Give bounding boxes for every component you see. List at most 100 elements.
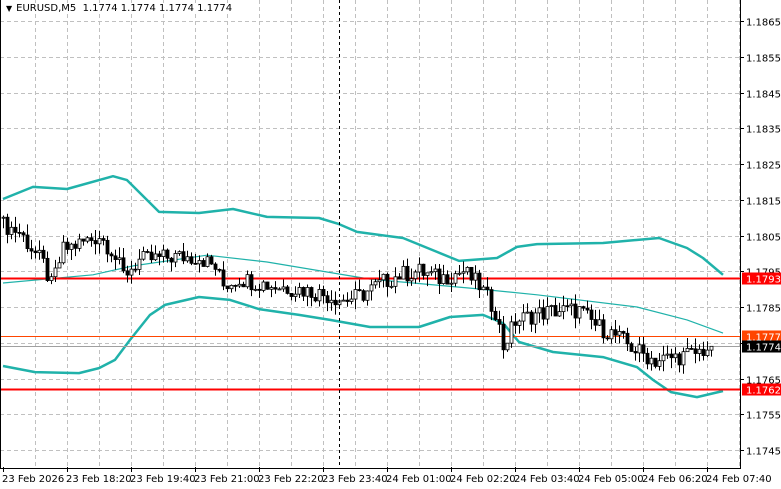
bear-candle (21, 232, 26, 236)
bear-candle (361, 290, 366, 301)
bull-candle (381, 273, 386, 281)
bear-candle (249, 274, 254, 291)
bull-candle (377, 279, 382, 283)
bull-candle (441, 274, 446, 285)
bull-candle (153, 253, 158, 261)
bull-candle (53, 267, 58, 278)
bull-candle (173, 253, 178, 263)
bear-candle (629, 343, 634, 352)
bear-candle (93, 240, 98, 245)
bear-candle (529, 311, 534, 325)
bull-candle (617, 331, 622, 336)
bull-candle (417, 263, 422, 273)
bear-candle (273, 287, 278, 290)
time-tick-label: 24 Feb 07:40 (706, 474, 772, 485)
bull-candle (97, 238, 102, 245)
bear-candle (121, 257, 126, 272)
price-tick-label: 1.1845 (746, 90, 781, 101)
time-tick-label: 24 Feb 06:20 (642, 474, 708, 485)
bull-candle (237, 283, 242, 287)
bull-candle (37, 249, 42, 254)
bear-candle (217, 268, 222, 271)
bull-candle (401, 265, 406, 280)
bull-candle (61, 241, 66, 264)
bollinger-lower-band (2, 295, 724, 399)
bull-candle (457, 272, 462, 275)
time-tick-label: 23 Feb 22:20 (258, 474, 324, 485)
price-tick-label: 1.1755 (746, 411, 781, 422)
time-axis[interactable]: 23 Feb 2026 23 Feb 18:2023 Feb 19:4023 Fe… (2, 467, 772, 485)
bull-candle (177, 251, 182, 254)
bear-candle (493, 310, 498, 320)
bull-candle (433, 268, 438, 273)
bull-candle (685, 348, 690, 353)
bull-candle (665, 353, 670, 356)
time-tick-label: 23 Feb 19:40 (130, 474, 196, 485)
bear-candle (581, 306, 586, 309)
bull-candle (517, 320, 522, 326)
triangle-down-icon[interactable]: ▼ (6, 4, 12, 13)
bull-candle (161, 249, 166, 257)
bull-candle (609, 329, 614, 340)
bull-candle (697, 348, 702, 354)
bear-candle (165, 249, 170, 259)
bull-candle (425, 272, 430, 276)
bull-candle (1, 216, 6, 219)
bull-candle (85, 237, 90, 242)
bull-candle (353, 289, 358, 300)
bear-candle (625, 332, 630, 345)
bull-candle (229, 284, 234, 290)
bear-candle (601, 319, 606, 339)
bull-candle (297, 287, 302, 295)
bear-candle (73, 243, 78, 249)
bear-candle (641, 344, 646, 354)
bull-candle (9, 226, 14, 235)
bull-candle (369, 284, 374, 292)
bull-candle (509, 321, 514, 344)
bear-candle (653, 357, 658, 367)
bull-candle (69, 243, 74, 250)
bull-candle (545, 306, 550, 320)
bull-candle (505, 342, 510, 351)
resistance-price-label: 1.1793 (746, 275, 781, 286)
bull-candle (253, 288, 258, 291)
price-tick-label: 1.1815 (746, 197, 781, 208)
bear-candle (13, 226, 18, 233)
bull-candle (561, 305, 566, 313)
bear-candle (149, 251, 154, 261)
price-tick-label: 1.1855 (746, 54, 781, 65)
bear-candle (101, 238, 106, 241)
bear-candle (17, 231, 22, 234)
bid-price-label: 1.1774 (746, 343, 781, 354)
bull-candle (533, 312, 538, 325)
bear-candle (593, 319, 598, 326)
bull-candle (305, 287, 310, 297)
bear-candle (213, 263, 218, 270)
time-tick-label: 23 Feb 21:00 (194, 474, 260, 485)
bull-candle (329, 299, 334, 304)
bull-candle (261, 281, 266, 291)
price-axis[interactable]: 1.1865 1.1855 1.1845 1.1835 1.1825 1.1815 1.18… (740, 18, 781, 458)
chart-header: ▼ EURUSD,M5 1.1774 1.1774 1.1774 1.1774 (4, 3, 235, 14)
bear-candle (81, 238, 86, 242)
bear-candle (701, 348, 706, 356)
bull-candle (205, 256, 210, 267)
bull-candle (293, 293, 298, 297)
bull-candle (365, 290, 370, 301)
bull-candle (577, 306, 582, 319)
bull-candle (473, 272, 478, 281)
bear-candle (325, 295, 330, 304)
bear-candle (5, 216, 10, 235)
bull-candle (389, 285, 394, 288)
bear-candle (645, 352, 650, 365)
time-tick-label: 23 Feb 2026 (2, 474, 64, 485)
bear-candle (469, 266, 474, 281)
price-chart[interactable]: 1.1865 1.1855 1.1845 1.1835 1.1825 1.1815 1.18… (0, 0, 781, 489)
bull-candle (465, 266, 470, 273)
bear-candle (605, 337, 610, 340)
bear-candle (309, 287, 314, 298)
bollinger-bands (2, 174, 724, 399)
bull-candle (409, 278, 414, 282)
bull-candle (393, 276, 398, 287)
bull-candle (637, 344, 642, 354)
